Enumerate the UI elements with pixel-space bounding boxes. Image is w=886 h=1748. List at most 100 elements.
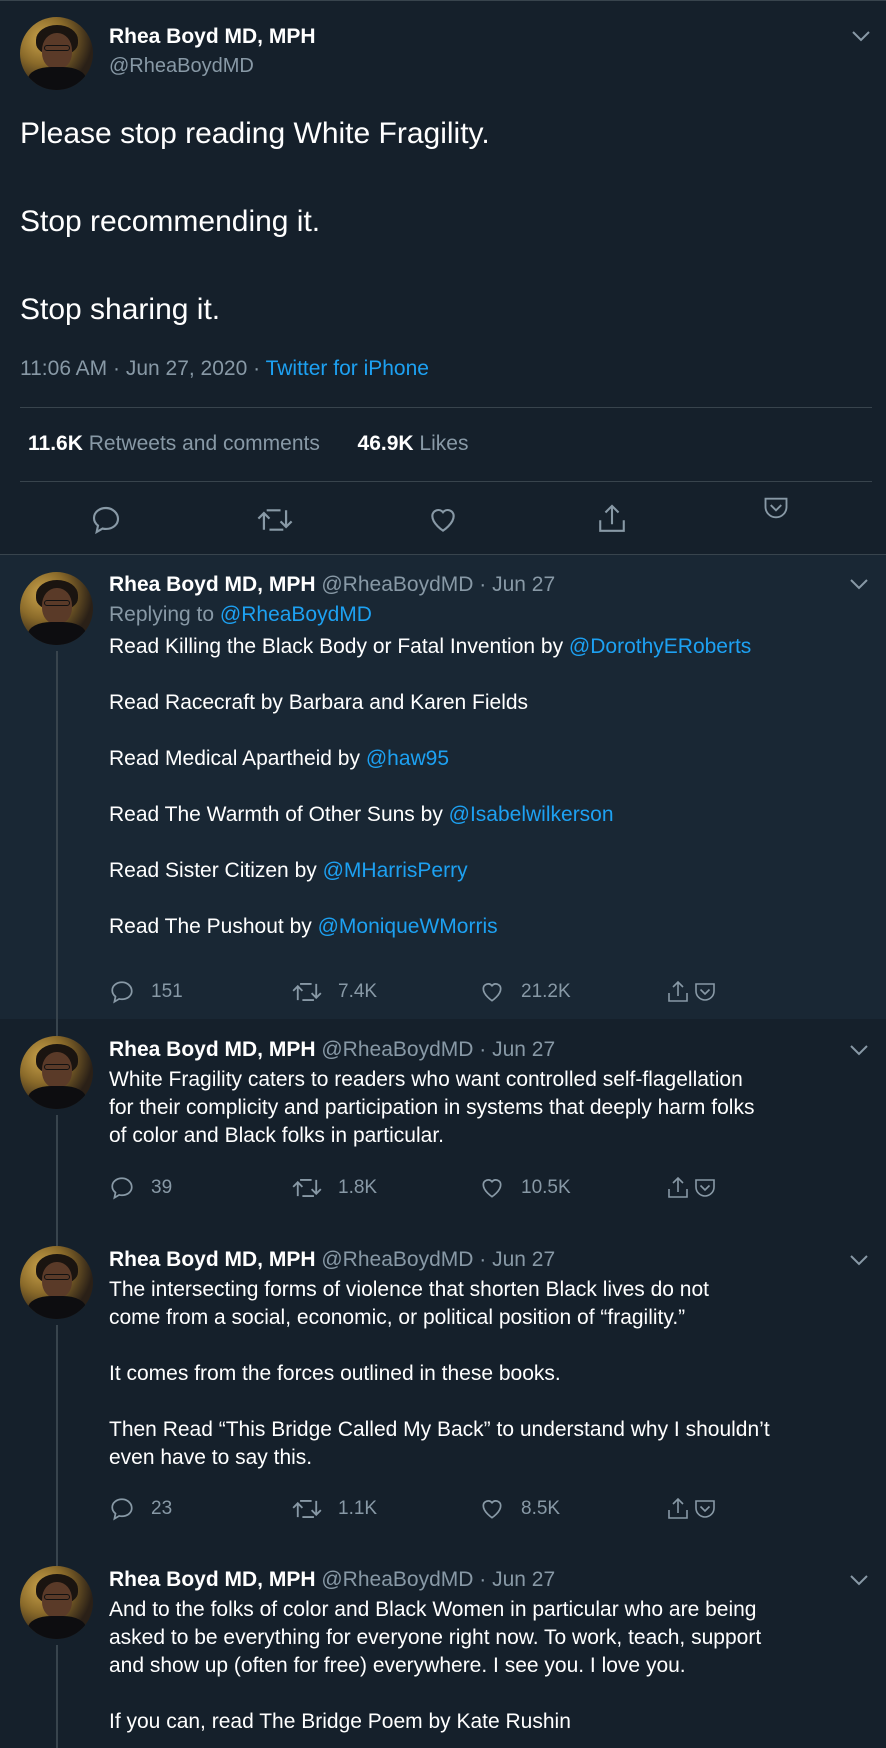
tweet-text-line: It comes from the forces outlined in the… bbox=[109, 1362, 561, 1385]
heart-icon[interactable] bbox=[479, 979, 505, 1005]
tweet-timestamp[interactable]: 11:06 AM · Jun 27, 2020 · bbox=[20, 357, 266, 380]
handle-date[interactable]: @RheaBoydMD · Jun 27 bbox=[321, 573, 555, 596]
tweet-text-line: Then Read “This Bridge Called My Back” t… bbox=[109, 1418, 770, 1441]
reply-action[interactable]: 151 bbox=[109, 979, 183, 1005]
chevron-down-icon[interactable] bbox=[849, 1253, 869, 1267]
tweet-actions: 39 1.8K 10.5K bbox=[109, 1175, 749, 1203]
tweet-stats: 11.6K Retweets and comments 46.9K Likes bbox=[28, 432, 468, 456]
display-name[interactable]: Rhea Boyd MD, MPH bbox=[109, 573, 316, 596]
reply-count: 39 bbox=[151, 1177, 173, 1198]
like-count: 10.5K bbox=[521, 1177, 571, 1198]
book-line: Read The Pushout by bbox=[109, 915, 318, 938]
tweet-text: Read Killing the Black Body or Fatal Inv… bbox=[109, 633, 879, 941]
likes-count[interactable]: 46.9K bbox=[358, 432, 414, 455]
tweet-text-line: come from a social, economic, or politic… bbox=[109, 1306, 686, 1329]
heart-icon[interactable] bbox=[427, 504, 459, 536]
comment-icon[interactable] bbox=[90, 504, 122, 536]
reply-tweet[interactable]: Rhea Boyd MD, MPH @RheaBoydMD · Jun 27 W… bbox=[0, 1019, 886, 1229]
tweet-text-line: asked to be everything for everyone righ… bbox=[109, 1626, 762, 1649]
pocket-icon[interactable] bbox=[693, 1176, 717, 1200]
tweet-source-link[interactable]: Twitter for iPhone bbox=[266, 357, 429, 380]
main-tweet: Rhea Boyd MD, MPH @RheaBoydMD Please sto… bbox=[0, 0, 886, 555]
avatar[interactable] bbox=[20, 17, 93, 90]
like-count: 8.5K bbox=[521, 1498, 561, 1519]
tweet-text: The intersecting forms of violence that … bbox=[109, 1276, 879, 1472]
tweet-text-line: even have to say this. bbox=[109, 1446, 313, 1469]
like-count: 21.2K bbox=[521, 981, 571, 1002]
tweet-actions: 23 1.1K 8.5K bbox=[109, 1496, 749, 1524]
like-action[interactable]: 10.5K bbox=[479, 1175, 571, 1201]
display-name[interactable]: Rhea Boyd MD, MPH bbox=[109, 1568, 316, 1591]
book-line: Read Racecraft by Barbara and Karen Fiel… bbox=[109, 691, 529, 714]
retweet-count: 7.4K bbox=[338, 981, 378, 1002]
share-icon[interactable] bbox=[596, 502, 628, 536]
share-icon[interactable] bbox=[665, 1496, 691, 1522]
share-icon[interactable] bbox=[665, 1175, 691, 1201]
chevron-down-icon[interactable] bbox=[849, 577, 869, 591]
likes-label[interactable]: Likes bbox=[419, 432, 468, 455]
avatar[interactable] bbox=[20, 1036, 93, 1109]
thread-line bbox=[56, 1115, 58, 1229]
handle-date[interactable]: @RheaBoydMD · Jun 27 bbox=[321, 1248, 555, 1271]
heart-icon[interactable] bbox=[479, 1496, 505, 1522]
mention-link[interactable]: @MoniqueWMorris bbox=[318, 915, 498, 938]
display-name[interactable]: Rhea Boyd MD, MPH bbox=[109, 25, 316, 49]
retweets-count[interactable]: 11.6K bbox=[28, 432, 83, 455]
replying-to-label: Replying to bbox=[109, 603, 220, 626]
user-handle[interactable]: @RheaBoydMD bbox=[109, 55, 254, 78]
reply-tweet[interactable]: Rhea Boyd MD, MPH @RheaBoydMD · Jun 27 T… bbox=[0, 1229, 886, 1549]
display-name[interactable]: Rhea Boyd MD, MPH bbox=[109, 1038, 316, 1061]
like-action[interactable]: 21.2K bbox=[479, 979, 571, 1005]
reply-tweet[interactable]: Rhea Boyd MD, MPH @RheaBoydMD · Jun 27 R… bbox=[0, 555, 886, 1019]
retweets-label[interactable]: Retweets and comments bbox=[89, 432, 320, 455]
pocket-icon[interactable] bbox=[693, 1497, 717, 1521]
retweet-action[interactable]: 1.1K bbox=[292, 1496, 377, 1522]
retweet-action[interactable]: 1.8K bbox=[292, 1175, 377, 1201]
thread-line bbox=[56, 1019, 58, 1036]
mention-link[interactable]: @DorothyERoberts bbox=[569, 635, 751, 658]
chevron-down-icon[interactable] bbox=[851, 29, 871, 43]
thread-line bbox=[56, 1645, 58, 1748]
tweet-text: And to the folks of color and Black Wome… bbox=[109, 1596, 879, 1736]
tweet-text-line: and show up (often for free) everywhere.… bbox=[109, 1654, 686, 1677]
book-line: Read Medical Apartheid by bbox=[109, 747, 366, 770]
thread-line bbox=[56, 1229, 58, 1246]
retweet-icon[interactable] bbox=[292, 979, 322, 1005]
retweet-icon[interactable] bbox=[292, 1175, 322, 1201]
chevron-down-icon[interactable] bbox=[849, 1043, 869, 1057]
share-icon[interactable] bbox=[665, 979, 691, 1005]
chevron-down-icon[interactable] bbox=[849, 1573, 869, 1587]
retweet-icon[interactable] bbox=[257, 504, 293, 536]
comment-icon[interactable] bbox=[109, 1175, 135, 1201]
reply-tweet[interactable]: Rhea Boyd MD, MPH @RheaBoydMD · Jun 27 A… bbox=[0, 1549, 886, 1748]
comment-icon[interactable] bbox=[109, 1496, 135, 1522]
retweet-action[interactable]: 7.4K bbox=[292, 979, 377, 1005]
retweet-icon[interactable] bbox=[292, 1496, 322, 1522]
mention-link[interactable]: @haw95 bbox=[366, 747, 449, 770]
comment-icon[interactable] bbox=[109, 979, 135, 1005]
pocket-icon[interactable] bbox=[693, 980, 717, 1004]
mention-link[interactable]: @Isabelwilkerson bbox=[449, 803, 614, 826]
tweet-text-line: of color and Black folks in particular. bbox=[109, 1124, 444, 1147]
tweet-actions: 151 7.4K 21.2K bbox=[109, 979, 749, 1007]
handle-date[interactable]: @RheaBoydMD · Jun 27 bbox=[321, 1038, 555, 1061]
reply-action[interactable]: 23 bbox=[109, 1496, 172, 1522]
book-line: Read Killing the Black Body or Fatal Inv… bbox=[109, 635, 569, 658]
replying-to-link[interactable]: @RheaBoydMD bbox=[220, 603, 372, 626]
thread-line bbox=[56, 1549, 58, 1566]
handle-date[interactable]: @RheaBoydMD · Jun 27 bbox=[321, 1568, 555, 1591]
reply-action[interactable]: 39 bbox=[109, 1175, 172, 1201]
avatar[interactable] bbox=[20, 1246, 93, 1319]
avatar[interactable] bbox=[20, 1566, 93, 1639]
avatar[interactable] bbox=[20, 572, 93, 645]
retweet-count: 1.1K bbox=[338, 1498, 378, 1519]
divider bbox=[20, 481, 872, 482]
display-name[interactable]: Rhea Boyd MD, MPH bbox=[109, 1248, 316, 1271]
retweet-count: 1.8K bbox=[338, 1177, 378, 1198]
reply-count: 151 bbox=[151, 981, 183, 1002]
pocket-icon[interactable] bbox=[762, 495, 790, 521]
tweet-text-line: If you can, read The Bridge Poem by Kate… bbox=[109, 1710, 571, 1733]
mention-link[interactable]: @MHarrisPerry bbox=[323, 859, 468, 882]
heart-icon[interactable] bbox=[479, 1175, 505, 1201]
like-action[interactable]: 8.5K bbox=[479, 1496, 560, 1522]
